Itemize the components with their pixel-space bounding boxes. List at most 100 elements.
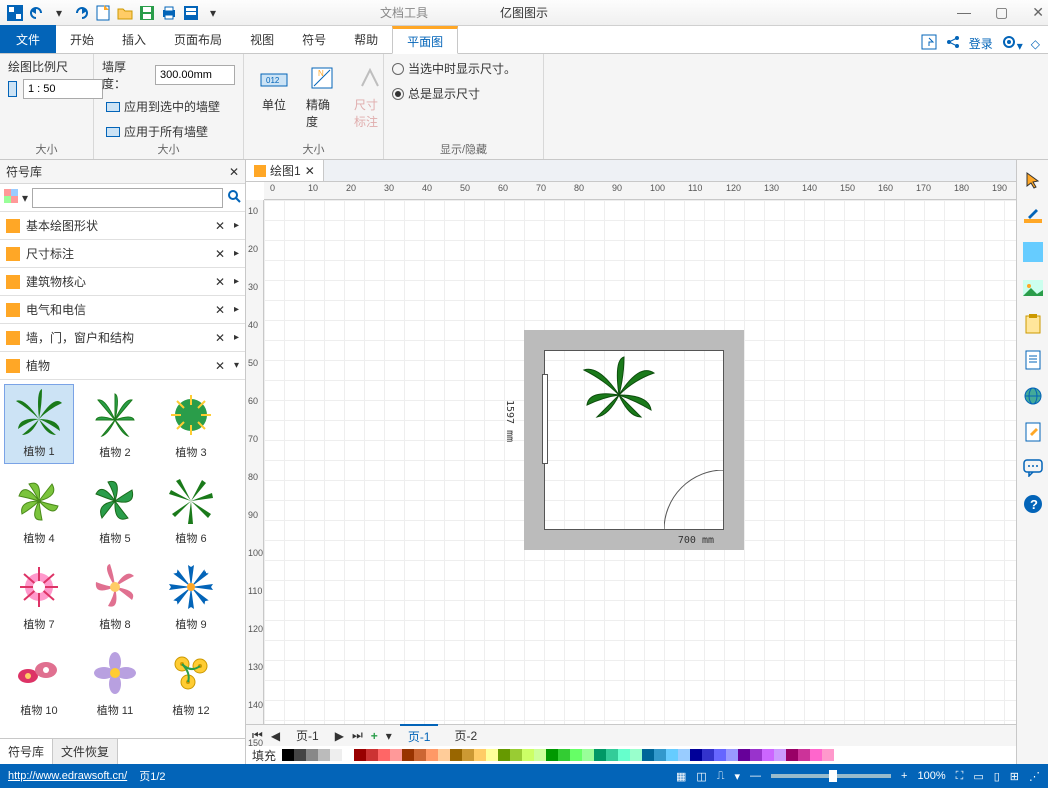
shape-item[interactable]: 植物 9 — [156, 556, 226, 636]
close-button[interactable]: ✕ — [1032, 4, 1044, 21]
color-swatch[interactable] — [402, 749, 414, 761]
login-link[interactable]: 登录 — [969, 35, 993, 52]
document-tab[interactable]: 绘图1✕ — [246, 160, 324, 181]
precision-button[interactable]: N精确度 — [300, 58, 344, 134]
page-tab-1a[interactable]: 页-1 — [288, 725, 327, 746]
document-icon[interactable] — [1021, 348, 1045, 372]
scale-input[interactable] — [23, 79, 103, 99]
page-nav-last-icon[interactable]: ⏭ — [352, 728, 363, 743]
fill-color-icon[interactable] — [1021, 240, 1045, 264]
globe-icon[interactable] — [1021, 384, 1045, 408]
shape-item[interactable]: 植物 10 — [4, 642, 74, 722]
clipboard-icon[interactable] — [1021, 312, 1045, 336]
color-swatch[interactable] — [546, 749, 558, 761]
color-swatch[interactable] — [630, 749, 642, 761]
layout-mode-1-icon[interactable]: ▦ — [676, 770, 686, 783]
color-swatch[interactable] — [786, 749, 798, 761]
library-search-input[interactable] — [32, 188, 223, 208]
tab-view[interactable]: 视图 — [236, 25, 288, 53]
color-swatch[interactable] — [450, 749, 462, 761]
zoom-in-icon[interactable]: + — [901, 770, 907, 782]
page-tab-2[interactable]: 页-2 — [446, 725, 485, 746]
edit-fill-icon[interactable] — [1021, 204, 1045, 228]
layout-mode-2-icon[interactable]: ◫ — [696, 770, 706, 783]
plant-shape[interactable] — [579, 355, 659, 425]
redo-icon[interactable] — [71, 3, 91, 23]
room-shape[interactable]: 1597 mm 700 mm — [524, 330, 744, 550]
color-swatch[interactable] — [366, 749, 378, 761]
color-swatch[interactable] — [474, 749, 486, 761]
tab-home[interactable]: 开始 — [56, 25, 108, 53]
color-swatch[interactable] — [570, 749, 582, 761]
apply-selected-walls[interactable]: 应用到选中的墙壁 — [102, 96, 235, 117]
color-swatch[interactable] — [414, 749, 426, 761]
ruler-horizontal[interactable]: 0102030405060708090100110120130140150160… — [264, 182, 1016, 200]
page-nav-next-icon[interactable]: ▶ — [335, 729, 344, 743]
qat-dropdown-icon[interactable]: ▾ — [203, 3, 223, 23]
undo-icon[interactable] — [27, 3, 47, 23]
color-swatch[interactable] — [702, 749, 714, 761]
grid-toggle-icon[interactable]: ⊞ — [1010, 770, 1019, 783]
tab-insert[interactable]: 插入 — [108, 25, 160, 53]
shape-item[interactable]: 植物 7 — [4, 556, 74, 636]
fit-width-icon[interactable]: ▭ — [973, 770, 983, 783]
color-swatch[interactable] — [594, 749, 606, 761]
library-category[interactable]: 植物✕▾ — [0, 352, 245, 380]
ruler-vertical[interactable]: 102030405060708090100110120130140150 — [246, 200, 264, 724]
unit-button[interactable]: 012单位 — [252, 58, 296, 117]
undo-dropdown-icon[interactable]: ▾ — [49, 3, 69, 23]
shape-item[interactable]: 植物 11 — [80, 642, 150, 722]
bottom-tab-library[interactable]: 符号库 — [0, 739, 53, 764]
doc-close-icon[interactable]: ✕ — [305, 164, 315, 178]
color-swatch[interactable] — [654, 749, 666, 761]
window-shape[interactable] — [542, 374, 548, 464]
tab-help[interactable]: 帮助 — [340, 25, 392, 53]
color-swatch[interactable] — [294, 749, 306, 761]
color-swatch[interactable] — [498, 749, 510, 761]
color-swatch[interactable] — [726, 749, 738, 761]
library-palette-icon[interactable] — [4, 189, 18, 206]
color-swatch[interactable] — [426, 749, 438, 761]
tab-symbol[interactable]: 符号 — [288, 25, 340, 53]
pointer-tool-icon[interactable] — [1021, 168, 1045, 192]
shape-item[interactable]: 植物 5 — [80, 470, 150, 550]
new-icon[interactable] — [93, 3, 113, 23]
maximize-button[interactable]: ▢ — [995, 4, 1008, 21]
shape-item[interactable]: 植物 8 — [80, 556, 150, 636]
color-swatch[interactable] — [318, 749, 330, 761]
library-category[interactable]: 电气和电信✕▸ — [0, 296, 245, 324]
zoom-value[interactable]: 100% — [917, 770, 945, 782]
show-dim-selected-radio[interactable]: 当选中时显示尺寸。 — [392, 58, 535, 79]
color-swatch[interactable] — [690, 749, 702, 761]
library-dropdown-icon[interactable]: ▾ — [22, 191, 28, 205]
help-icon[interactable]: ? — [1021, 492, 1045, 516]
color-swatch[interactable] — [714, 749, 726, 761]
color-swatch[interactable] — [810, 749, 822, 761]
shape-item[interactable]: 植物 6 — [156, 470, 226, 550]
library-close-icon[interactable]: ✕ — [229, 165, 239, 179]
color-swatch[interactable] — [750, 749, 762, 761]
color-swatch[interactable] — [462, 749, 474, 761]
page-nav-prev-icon[interactable]: ◀ — [271, 729, 280, 743]
collapse-ribbon-icon[interactable]: ◇ — [1031, 37, 1040, 51]
shape-item[interactable]: 植物 2 — [80, 384, 150, 464]
color-swatch[interactable] — [582, 749, 594, 761]
apply-all-walls[interactable]: 应用于所有墙壁 — [102, 121, 235, 142]
color-swatch[interactable] — [378, 749, 390, 761]
drawing-canvas[interactable]: 1597 mm 700 mm — [264, 200, 1016, 724]
color-swatch[interactable] — [438, 749, 450, 761]
app-icon[interactable] — [5, 3, 25, 23]
tab-file[interactable]: 文件 — [0, 25, 56, 53]
open-icon[interactable] — [115, 3, 135, 23]
minimize-button[interactable]: — — [957, 4, 971, 21]
thickness-input[interactable] — [155, 65, 235, 85]
shape-item[interactable]: 植物 1 — [4, 384, 74, 464]
shape-item[interactable]: 植物 3 — [156, 384, 226, 464]
print-icon[interactable] — [159, 3, 179, 23]
page-edit-icon[interactable] — [1021, 420, 1045, 444]
shape-item[interactable]: 植物 4 — [4, 470, 74, 550]
comment-icon[interactable] — [1021, 456, 1045, 480]
door-shape[interactable] — [664, 470, 724, 530]
show-dim-always-radio[interactable]: 总是显示尺寸 — [392, 83, 535, 104]
shape-item[interactable]: 植物 12 — [156, 642, 226, 722]
